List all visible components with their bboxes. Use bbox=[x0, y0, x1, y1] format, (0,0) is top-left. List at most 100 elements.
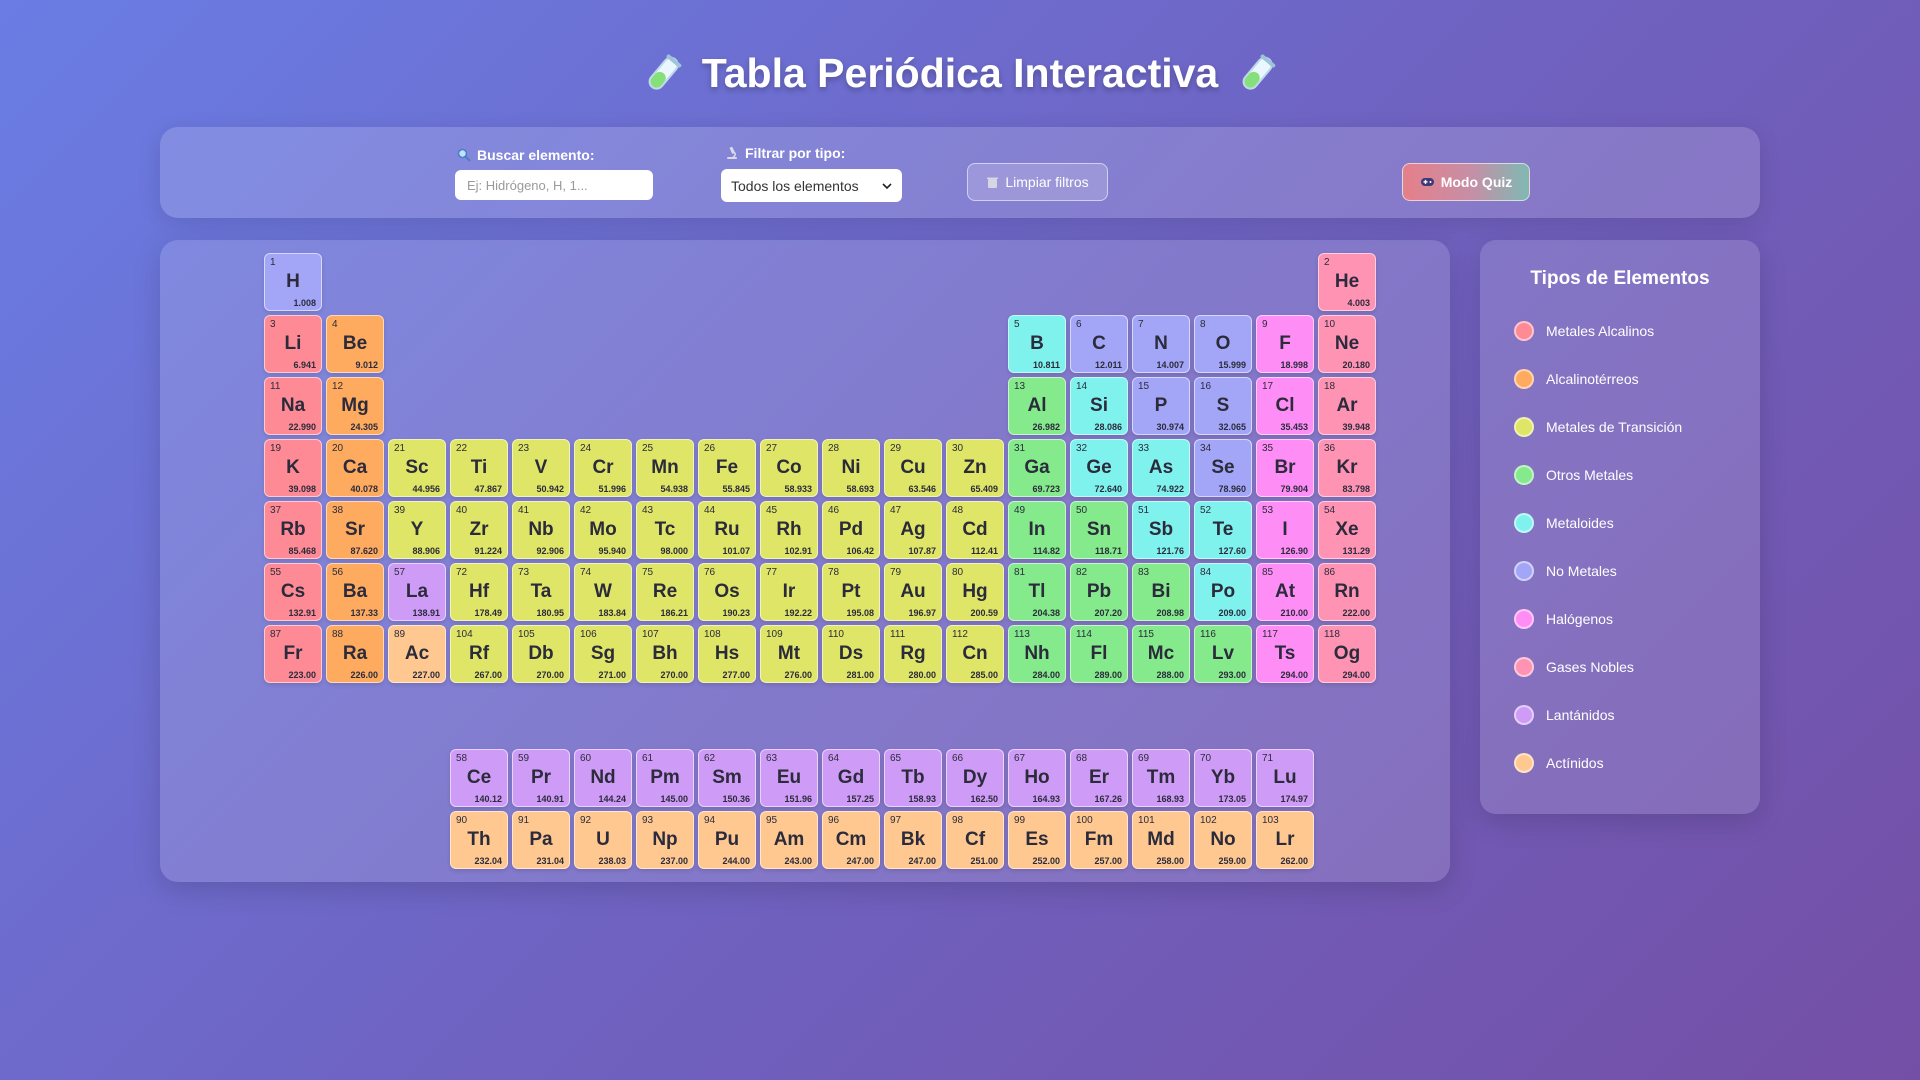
element-tile[interactable]: 51 Sb 121.76 bbox=[1132, 501, 1190, 559]
element-tile[interactable]: 81 Tl 204.38 bbox=[1008, 563, 1066, 621]
element-tile[interactable]: 46 Pd 106.42 bbox=[822, 501, 880, 559]
element-tile[interactable]: 115 Mc 288.00 bbox=[1132, 625, 1190, 683]
element-tile[interactable]: 82 Pb 207.20 bbox=[1070, 563, 1128, 621]
element-tile[interactable]: 75 Re 186.21 bbox=[636, 563, 694, 621]
element-tile[interactable]: 24 Cr 51.996 bbox=[574, 439, 632, 497]
element-tile[interactable]: 79 Au 196.97 bbox=[884, 563, 942, 621]
element-tile[interactable]: 27 Co 58.933 bbox=[760, 439, 818, 497]
element-tile[interactable]: 48 Cd 112.41 bbox=[946, 501, 1004, 559]
legend-item-lanthanide[interactable]: Lantánidos bbox=[1514, 705, 1615, 725]
element-tile[interactable]: 32 Ge 72.640 bbox=[1070, 439, 1128, 497]
element-tile[interactable]: 85 At 210.00 bbox=[1256, 563, 1314, 621]
element-tile[interactable]: 88 Ra 226.00 bbox=[326, 625, 384, 683]
element-tile[interactable]: 8 O 15.999 bbox=[1194, 315, 1252, 373]
element-tile[interactable]: 5 B 10.811 bbox=[1008, 315, 1066, 373]
element-tile[interactable]: 84 Po 209.00 bbox=[1194, 563, 1252, 621]
element-tile[interactable]: 54 Xe 131.29 bbox=[1318, 501, 1376, 559]
element-tile[interactable]: 73 Ta 180.95 bbox=[512, 563, 570, 621]
element-tile[interactable]: 67 Ho 164.93 bbox=[1008, 749, 1066, 807]
element-tile[interactable]: 87 Fr 223.00 bbox=[264, 625, 322, 683]
element-tile[interactable]: 40 Zr 91.224 bbox=[450, 501, 508, 559]
element-tile[interactable]: 34 Se 78.960 bbox=[1194, 439, 1252, 497]
element-tile[interactable]: 90 Th 232.04 bbox=[450, 811, 508, 869]
element-tile[interactable]: 7 N 14.007 bbox=[1132, 315, 1190, 373]
element-tile[interactable]: 107 Bh 270.00 bbox=[636, 625, 694, 683]
element-tile[interactable]: 31 Ga 69.723 bbox=[1008, 439, 1066, 497]
element-tile[interactable]: 22 Ti 47.867 bbox=[450, 439, 508, 497]
element-tile[interactable]: 10 Ne 20.180 bbox=[1318, 315, 1376, 373]
element-tile[interactable]: 80 Hg 200.59 bbox=[946, 563, 1004, 621]
element-tile[interactable]: 65 Tb 158.93 bbox=[884, 749, 942, 807]
element-tile[interactable]: 17 Cl 35.453 bbox=[1256, 377, 1314, 435]
element-tile[interactable]: 62 Sm 150.36 bbox=[698, 749, 756, 807]
element-tile[interactable]: 38 Sr 87.620 bbox=[326, 501, 384, 559]
legend-item-noble[interactable]: Gases Nobles bbox=[1514, 657, 1634, 677]
element-tile[interactable]: 69 Tm 168.93 bbox=[1132, 749, 1190, 807]
legend-item-alkali[interactable]: Metales Alcalinos bbox=[1514, 321, 1654, 341]
element-tile[interactable]: 117 Ts 294.00 bbox=[1256, 625, 1314, 683]
element-tile[interactable]: 58 Ce 140.12 bbox=[450, 749, 508, 807]
element-tile[interactable]: 112 Cn 285.00 bbox=[946, 625, 1004, 683]
legend-item-nonmetal[interactable]: No Metales bbox=[1514, 561, 1617, 581]
element-tile[interactable]: 103 Lr 262.00 bbox=[1256, 811, 1314, 869]
element-tile[interactable]: 21 Sc 44.956 bbox=[388, 439, 446, 497]
element-tile[interactable]: 29 Cu 63.546 bbox=[884, 439, 942, 497]
element-tile[interactable]: 49 In 114.82 bbox=[1008, 501, 1066, 559]
element-tile[interactable]: 71 Lu 174.97 bbox=[1256, 749, 1314, 807]
element-tile[interactable]: 4 Be 9.012 bbox=[326, 315, 384, 373]
element-tile[interactable]: 14 Si 28.086 bbox=[1070, 377, 1128, 435]
element-tile[interactable]: 66 Dy 162.50 bbox=[946, 749, 1004, 807]
element-tile[interactable]: 39 Y 88.906 bbox=[388, 501, 446, 559]
element-tile[interactable]: 99 Es 252.00 bbox=[1008, 811, 1066, 869]
element-tile[interactable]: 52 Te 127.60 bbox=[1194, 501, 1252, 559]
clear-filters-button[interactable]: Limpiar filtros bbox=[967, 163, 1108, 201]
legend-item-transition[interactable]: Metales de Transición bbox=[1514, 417, 1682, 437]
element-tile[interactable]: 11 Na 22.990 bbox=[264, 377, 322, 435]
element-tile[interactable]: 47 Ag 107.87 bbox=[884, 501, 942, 559]
element-tile[interactable]: 91 Pa 231.04 bbox=[512, 811, 570, 869]
element-tile[interactable]: 118 Og 294.00 bbox=[1318, 625, 1376, 683]
element-tile[interactable]: 101 Md 258.00 bbox=[1132, 811, 1190, 869]
element-tile[interactable]: 20 Ca 40.078 bbox=[326, 439, 384, 497]
element-tile[interactable]: 78 Pt 195.08 bbox=[822, 563, 880, 621]
element-tile[interactable]: 36 Kr 83.798 bbox=[1318, 439, 1376, 497]
element-tile[interactable]: 12 Mg 24.305 bbox=[326, 377, 384, 435]
element-tile[interactable]: 102 No 259.00 bbox=[1194, 811, 1252, 869]
element-tile[interactable]: 25 Mn 54.938 bbox=[636, 439, 694, 497]
legend-item-alkaline[interactable]: Alcalinotérreos bbox=[1514, 369, 1639, 389]
legend-item-post[interactable]: Otros Metales bbox=[1514, 465, 1633, 485]
element-tile[interactable]: 113 Nh 284.00 bbox=[1008, 625, 1066, 683]
element-tile[interactable]: 116 Lv 293.00 bbox=[1194, 625, 1252, 683]
legend-item-actinide[interactable]: Actínidos bbox=[1514, 753, 1604, 773]
legend-item-metalloid[interactable]: Metaloides bbox=[1514, 513, 1614, 533]
element-tile[interactable]: 9 F 18.998 bbox=[1256, 315, 1314, 373]
element-tile[interactable]: 74 W 183.84 bbox=[574, 563, 632, 621]
element-tile[interactable]: 42 Mo 95.940 bbox=[574, 501, 632, 559]
element-tile[interactable]: 76 Os 190.23 bbox=[698, 563, 756, 621]
element-tile[interactable]: 1 H 1.008 bbox=[264, 253, 322, 311]
element-tile[interactable]: 83 Bi 208.98 bbox=[1132, 563, 1190, 621]
element-tile[interactable]: 89 Ac 227.00 bbox=[388, 625, 446, 683]
element-tile[interactable]: 41 Nb 92.906 bbox=[512, 501, 570, 559]
element-tile[interactable]: 28 Ni 58.693 bbox=[822, 439, 880, 497]
element-tile[interactable]: 100 Fm 257.00 bbox=[1070, 811, 1128, 869]
element-tile[interactable]: 43 Tc 98.000 bbox=[636, 501, 694, 559]
element-tile[interactable]: 18 Ar 39.948 bbox=[1318, 377, 1376, 435]
legend-item-halogen[interactable]: Halógenos bbox=[1514, 609, 1613, 629]
element-tile[interactable]: 35 Br 79.904 bbox=[1256, 439, 1314, 497]
element-tile[interactable]: 110 Ds 281.00 bbox=[822, 625, 880, 683]
element-tile[interactable]: 37 Rb 85.468 bbox=[264, 501, 322, 559]
element-tile[interactable]: 93 Np 237.00 bbox=[636, 811, 694, 869]
element-tile[interactable]: 2 He 4.003 bbox=[1318, 253, 1376, 311]
element-tile[interactable]: 16 S 32.065 bbox=[1194, 377, 1252, 435]
element-tile[interactable]: 3 Li 6.941 bbox=[264, 315, 322, 373]
element-tile[interactable]: 106 Sg 271.00 bbox=[574, 625, 632, 683]
element-tile[interactable]: 96 Cm 247.00 bbox=[822, 811, 880, 869]
element-tile[interactable]: 70 Yb 173.05 bbox=[1194, 749, 1252, 807]
element-tile[interactable]: 26 Fe 55.845 bbox=[698, 439, 756, 497]
element-tile[interactable]: 50 Sn 118.71 bbox=[1070, 501, 1128, 559]
quiz-mode-button[interactable]: Modo Quiz bbox=[1402, 163, 1530, 201]
element-tile[interactable]: 111 Rg 280.00 bbox=[884, 625, 942, 683]
element-tile[interactable]: 92 U 238.03 bbox=[574, 811, 632, 869]
element-tile[interactable]: 55 Cs 132.91 bbox=[264, 563, 322, 621]
